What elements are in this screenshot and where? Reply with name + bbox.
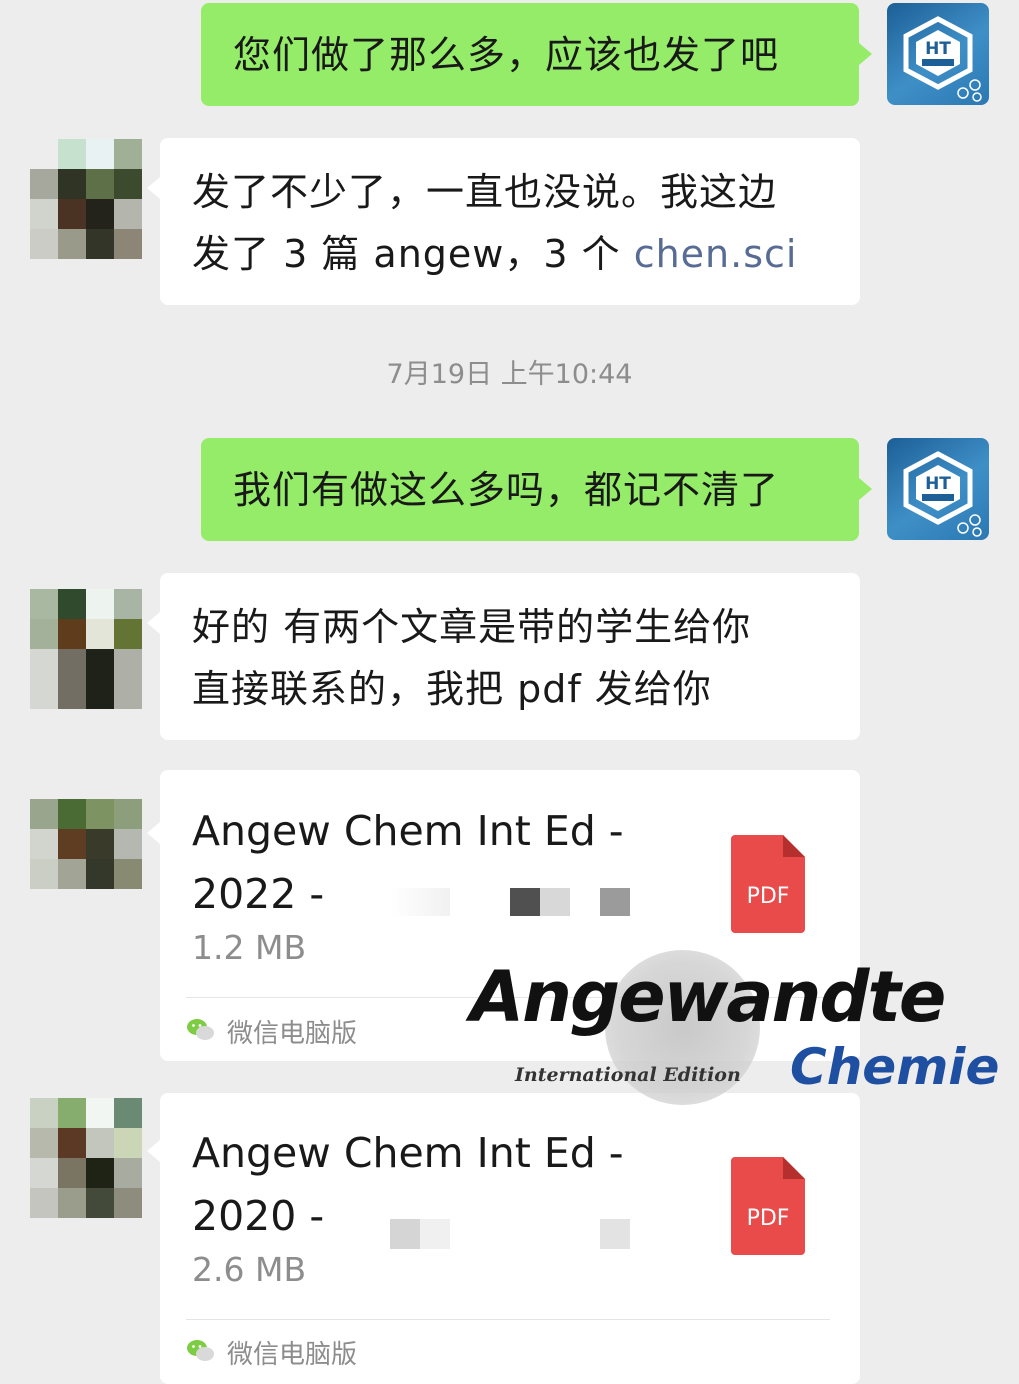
message-bubble-incoming[interactable]: 发了不少了，一直也没说。我这边 发了 3 篇 angew，3 个 chen.sc… [160,138,860,305]
file-source-label: 微信电脑版 [227,1340,358,1370]
pdf-file-icon: PDF [731,1157,805,1255]
pdf-label: PDF [747,1206,790,1231]
message-text: 我们有做这么多吗，都记不清了 [233,468,780,512]
pdf-file-icon: PDF [731,835,805,933]
hexagon-dots-icon [957,79,982,102]
chat-timestamp: 7月19日 上午10:44 [386,359,633,390]
message-text-line-1: 好的 有两个文章是带的学生给你 [192,605,752,649]
contact-avatar[interactable] [30,1098,142,1218]
file-title-line-1: Angew Chem Int Ed - [192,807,624,855]
bubble-tail [147,612,160,634]
message-text: 发了 3 篇 angew，3 个 [192,232,634,276]
card-divider [186,1319,830,1320]
message-bubble-outgoing[interactable]: 您们做了那么多，应该也发了吧 [201,3,859,106]
contact-avatar[interactable] [30,589,142,709]
redacted-filename [420,1219,450,1249]
redacted-filename [600,888,630,916]
redacted-filename [510,888,540,916]
bubble-tail [859,43,872,65]
message-link[interactable]: chen.sci [634,232,798,276]
bubble-tail [147,822,160,844]
self-avatar[interactable]: HT [887,3,989,105]
message-bubble-incoming[interactable]: 好的 有两个文章是带的学生给你 直接联系的，我把 pdf 发给你 [160,573,860,740]
message-text-line-1: 发了不少了，一直也没说。我这边 [192,170,778,214]
self-avatar[interactable]: HT [887,438,989,540]
file-size: 2.6 MB [192,1250,307,1289]
message-text-line-2: 发了 3 篇 angew，3 个 chen.sci [192,223,860,285]
contact-avatar[interactable] [30,799,142,889]
svg-text:HT: HT [925,39,951,59]
bubble-tail [859,478,872,500]
redacted-filename [390,1219,420,1249]
file-size: 1.2 MB [192,928,307,967]
redacted-filename [540,888,570,916]
message-bubble-outgoing[interactable]: 我们有做这么多吗，都记不清了 [201,438,859,541]
watermark-subtitle: International Edition [515,1064,741,1086]
message-text-line-2: 直接联系的，我把 pdf 发给你 [192,667,712,711]
svg-text:HT: HT [925,474,951,494]
redacted-filename [600,1219,630,1249]
contact-avatar[interactable] [30,139,142,259]
card-divider [186,997,830,998]
file-title-line-1: Angew Chem Int Ed - [192,1129,624,1177]
file-title-line-2: 2022 - [192,870,325,918]
file-source-label: 微信电脑版 [227,1019,358,1049]
pdf-label: PDF [747,884,790,909]
message-text: 您们做了那么多，应该也发了吧 [233,33,780,77]
redacted-filename [390,888,450,916]
wechat-icon [187,1340,214,1361]
bubble-tail [147,1140,160,1162]
bubble-tail [147,177,160,199]
file-title-line-2: 2020 - [192,1192,325,1240]
wechat-icon [187,1019,214,1040]
hexagon-dots-icon [957,514,982,537]
